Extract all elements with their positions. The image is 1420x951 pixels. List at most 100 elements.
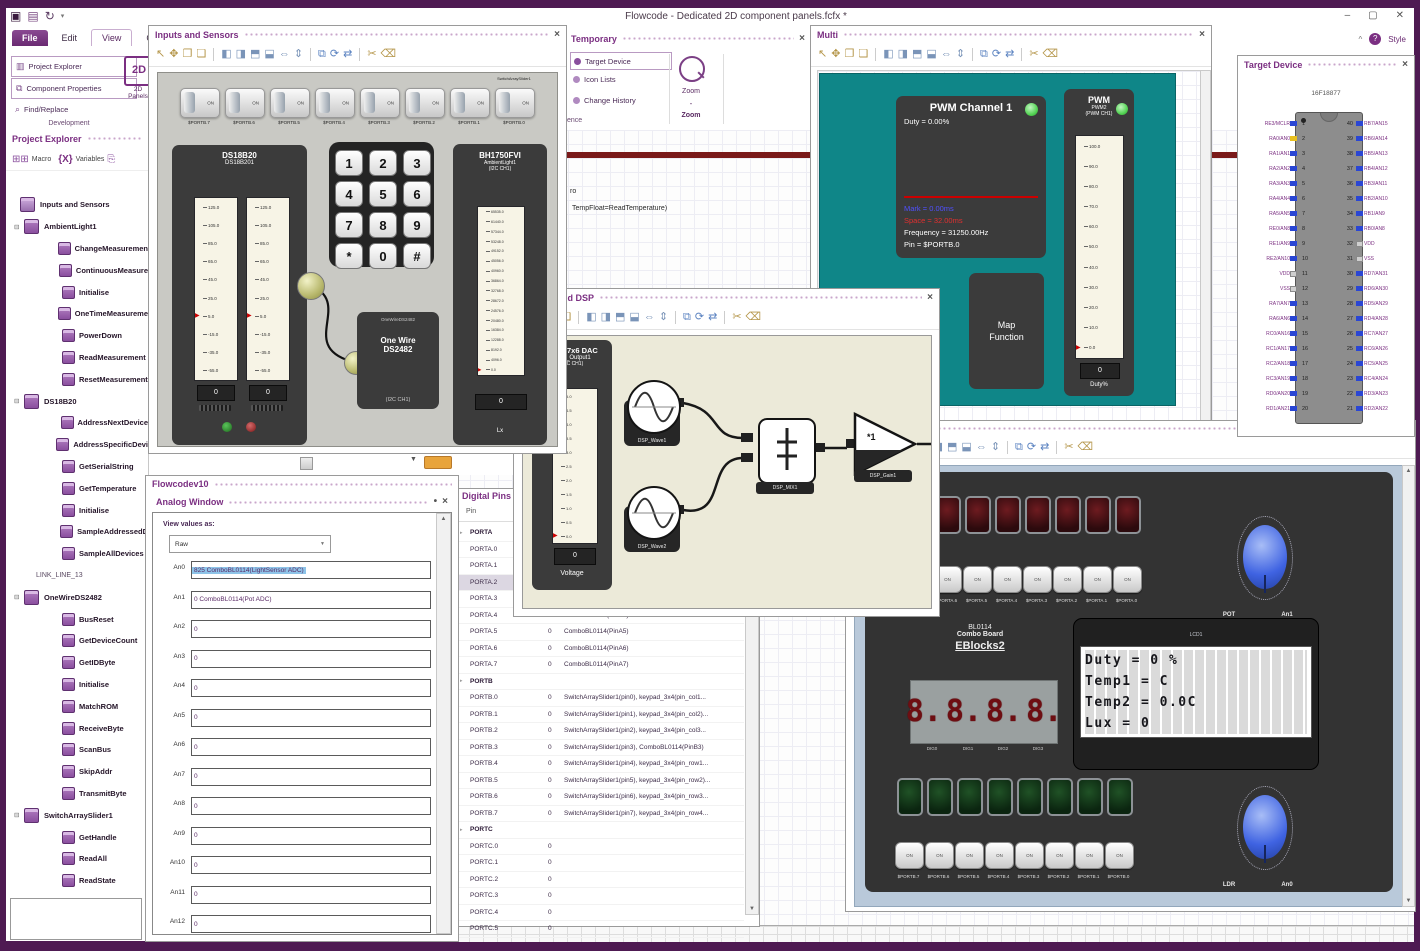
tab-view[interactable]: View: [91, 29, 133, 46]
pin-row[interactable]: 28 RD5/AN29: [1342, 296, 1410, 311]
tree-item[interactable]: Initialise: [6, 499, 148, 521]
pin-row[interactable]: RC2/AN18 17: [1243, 356, 1327, 371]
tool-icon[interactable]: ◨: [601, 312, 611, 323]
tool-icon[interactable]: ⬓: [961, 441, 971, 453]
keypad-key[interactable]: 0: [369, 243, 397, 269]
slide-switch[interactable]: ON: [180, 88, 220, 118]
pwm-channel-box[interactable]: PWM Channel 1 Duty = 0.00% Mark = 0.00ms…: [896, 96, 1046, 258]
close-icon[interactable]: ×: [1402, 59, 1408, 70]
table-row[interactable]: PORTC.0 0: [456, 839, 744, 855]
tree-item[interactable]: ScanBus: [6, 739, 148, 761]
zoom-icon[interactable]: [679, 56, 705, 82]
tree-item[interactable]: GetHandle: [6, 826, 148, 848]
tool-icon[interactable]: ⇄: [343, 49, 352, 60]
tree-item[interactable]: GetTemperature: [6, 477, 148, 499]
tool-icon[interactable]: ⬒: [947, 441, 957, 453]
pin-row[interactable]: RA1/AN1 3: [1243, 146, 1327, 161]
slide-switch[interactable]: ON: [360, 88, 400, 118]
dsp-mix-block[interactable]: [758, 418, 816, 484]
table-row[interactable]: PORTC.1 0: [456, 855, 744, 872]
pin-row[interactable]: RE2/AN10 10: [1243, 251, 1327, 266]
tree-item[interactable]: ⊟ AmbientLight1: [6, 216, 148, 238]
table-row[interactable]: PORTA.6 0 ComboBL0114(PinA6): [456, 641, 744, 657]
pin-row[interactable]: RA7/AN7 13: [1243, 296, 1327, 311]
keypad-key[interactable]: 6: [403, 181, 431, 207]
pin-row[interactable]: RA2/AN2 4: [1243, 161, 1327, 176]
keypad-key[interactable]: 2: [369, 150, 397, 176]
tool-icon[interactable]: ◧: [221, 49, 231, 60]
table-row[interactable]: PORTB.0 0 SwitchArraySlider1(pin0), keyp…: [456, 690, 744, 707]
pin-row[interactable]: 37 RB4/AN12: [1342, 161, 1410, 176]
tool-icon[interactable]: ⟳: [695, 312, 704, 323]
tool-icon[interactable]: ◨: [236, 49, 246, 60]
tool-icon[interactable]: ✂: [732, 312, 741, 323]
tree-item[interactable]: LINK_LINE_13: [6, 565, 148, 587]
tool-icon[interactable]: ⬒: [615, 312, 625, 323]
close-icon[interactable]: ×: [1199, 29, 1205, 40]
push-button[interactable]: ON: [1053, 566, 1082, 593]
tool-icon[interactable]: [1056, 440, 1058, 454]
lux-scale[interactable]: ▶65535.0▶61440.0▶57344.0▶53248.0▶49152.0…: [477, 206, 525, 376]
temperature-scale-2[interactable]: ▶125.0▶105.0▶85.0▶65.0▶45.0▶25.0▶5.0▶-15…: [246, 197, 290, 381]
slide-switch[interactable]: ON: [315, 88, 355, 118]
tool-icon[interactable]: ◧: [883, 49, 893, 60]
more-icon[interactable]: ▾: [61, 12, 65, 20]
push-button[interactable]: ON: [1015, 842, 1044, 869]
pin-row[interactable]: 25 RC6/AN26: [1342, 341, 1410, 356]
pin-row[interactable]: 29 RD6/AN30: [1342, 281, 1410, 296]
push-button[interactable]: ON: [895, 842, 924, 869]
table-row[interactable]: PORTB.1 0 SwitchArraySlider1(pin1), keyp…: [456, 707, 744, 723]
tool-icon[interactable]: [213, 48, 215, 61]
bh1750-component[interactable]: BH1750FVI AmbientLight1 (I2C CH1) ▶65535…: [453, 144, 547, 445]
channel-value-field[interactable]: 0: [191, 620, 431, 638]
table-row[interactable]: PORTB.4 0 SwitchArraySlider1(pin4), keyp…: [456, 756, 744, 773]
pin-row[interactable]: RD0/AN20 19: [1243, 386, 1327, 401]
table-row[interactable]: PORTB.3 0 SwitchArraySlider1(pin3), Comb…: [456, 740, 744, 756]
table-row[interactable]: PORTB.6 0 SwitchArraySlider1(pin6), keyp…: [456, 789, 744, 806]
table-row[interactable]: ▸ PORTB: [456, 674, 744, 690]
pin-row[interactable]: 33 RB0/AN8: [1342, 221, 1410, 236]
pin-row[interactable]: RA6/AN6 14: [1243, 311, 1327, 326]
logo-icon[interactable]: ▣: [10, 9, 21, 23]
channel-value-field[interactable]: 0: [191, 885, 431, 904]
temperature-scale-1[interactable]: ▶125.0▶105.0▶85.0▶65.0▶45.0▶25.0▶5.0▶-15…: [194, 197, 238, 381]
minimize-button[interactable]: –: [1345, 10, 1351, 21]
tool-icon[interactable]: [972, 48, 974, 61]
channel-value-field[interactable]: 825 ComboBL0114(LightSensor ADC): [191, 561, 431, 579]
tool-icon[interactable]: ⇕: [294, 49, 303, 60]
pwm-meter[interactable]: PWM PWM2 (PWM CH1) ▶100.0▶90.0▶80.0▶70.0…: [1064, 89, 1134, 396]
tool-icon[interactable]: ⇄: [1040, 441, 1049, 453]
tool-icon[interactable]: ❐: [844, 49, 854, 60]
tool-icon[interactable]: [359, 48, 361, 61]
map-function-block[interactable]: Map Function: [969, 273, 1044, 389]
tool-icon[interactable]: [724, 311, 726, 324]
clipped-icon[interactable]: ⎘: [107, 154, 115, 165]
tree-item[interactable]: SampleAllDevices: [6, 543, 148, 565]
pin-row[interactable]: 40 RB7/AN15: [1342, 116, 1410, 131]
tool-icon[interactable]: ⬒: [912, 49, 922, 60]
find-replace-button[interactable]: ⌕ Find/Replace: [11, 100, 135, 119]
tool-icon[interactable]: ⌫: [746, 312, 762, 323]
target-device-toggle[interactable]: Target Device: [570, 52, 672, 70]
tool-icon[interactable]: ⧉: [683, 312, 691, 323]
tree-item[interactable]: ReceiveByte: [6, 717, 148, 739]
dsp-gain-triangle[interactable]: [853, 410, 921, 478]
tool-icon[interactable]: ⬓: [629, 312, 639, 323]
table-row[interactable]: PORTC.4 0: [456, 905, 744, 921]
channel-value-field[interactable]: 0: [191, 649, 431, 668]
close-button[interactable]: ✕: [1396, 10, 1404, 21]
pin-row[interactable]: 34 RB1/AN9: [1342, 206, 1410, 221]
keypad-key[interactable]: 1: [335, 150, 363, 176]
tree-item[interactable]: Initialise: [6, 281, 148, 303]
keypad-key[interactable]: 5: [369, 181, 397, 207]
table-row[interactable]: ▸ PORTC: [456, 822, 744, 839]
tool-icon[interactable]: ↖: [156, 49, 165, 60]
tree-item[interactable]: ⊟ SwitchArraySlider1: [6, 804, 148, 826]
expander-icon[interactable]: ⊟: [14, 223, 24, 231]
pin-row[interactable]: RE1/AN9 9: [1243, 236, 1327, 251]
tab-edit[interactable]: Edit: [52, 30, 88, 46]
maximize-button[interactable]: ▢: [1368, 10, 1377, 21]
table-row[interactable]: PORTB.5 0 SwitchArraySlider1(pin5), keyp…: [456, 773, 744, 789]
style-label[interactable]: Style: [1388, 35, 1406, 44]
pin-row[interactable]: RA0/AN0 2: [1243, 131, 1327, 146]
